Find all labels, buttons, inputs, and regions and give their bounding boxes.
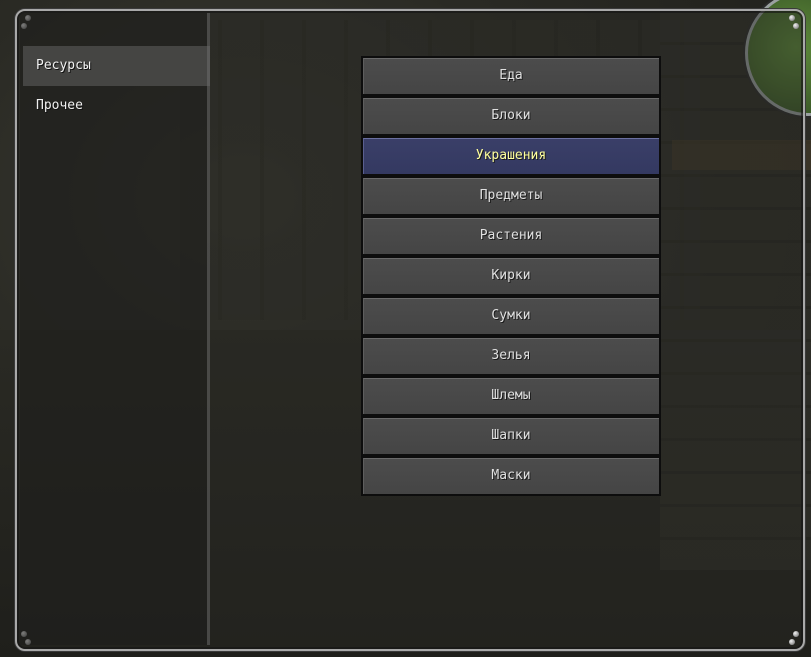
sidebar-item-other[interactable]: Прочее (23, 86, 210, 126)
rivet-icon (793, 631, 799, 637)
rivet-icon (789, 639, 795, 645)
menu-button[interactable]: Шлемы (361, 376, 661, 416)
menu-button[interactable]: Сумки (361, 296, 661, 336)
menu-button[interactable]: Предметы (361, 176, 661, 216)
menu-button[interactable]: Маски (361, 456, 661, 496)
menu-button[interactable]: Еда (361, 56, 661, 96)
game-background: Ресурсы Прочее Еда Блоки Украшения Предметы… (0, 0, 811, 657)
rivet-icon (789, 15, 795, 21)
menu-button[interactable]: Кирки (361, 256, 661, 296)
menu-button[interactable]: Блоки (361, 96, 661, 136)
menu-button[interactable]: Растения (361, 216, 661, 256)
sidebar-item-resources[interactable]: Ресурсы (23, 46, 210, 86)
category-sidebar: Ресурсы Прочее (20, 13, 210, 645)
menu-button[interactable]: Украшения (361, 136, 661, 176)
menu-button[interactable]: Шапки (361, 416, 661, 456)
rivet-icon (793, 23, 799, 29)
subcategory-menu: Еда Блоки Украшения Предметы Растения Кирки Су… (361, 56, 661, 496)
menu-button[interactable]: Зелья (361, 336, 661, 376)
